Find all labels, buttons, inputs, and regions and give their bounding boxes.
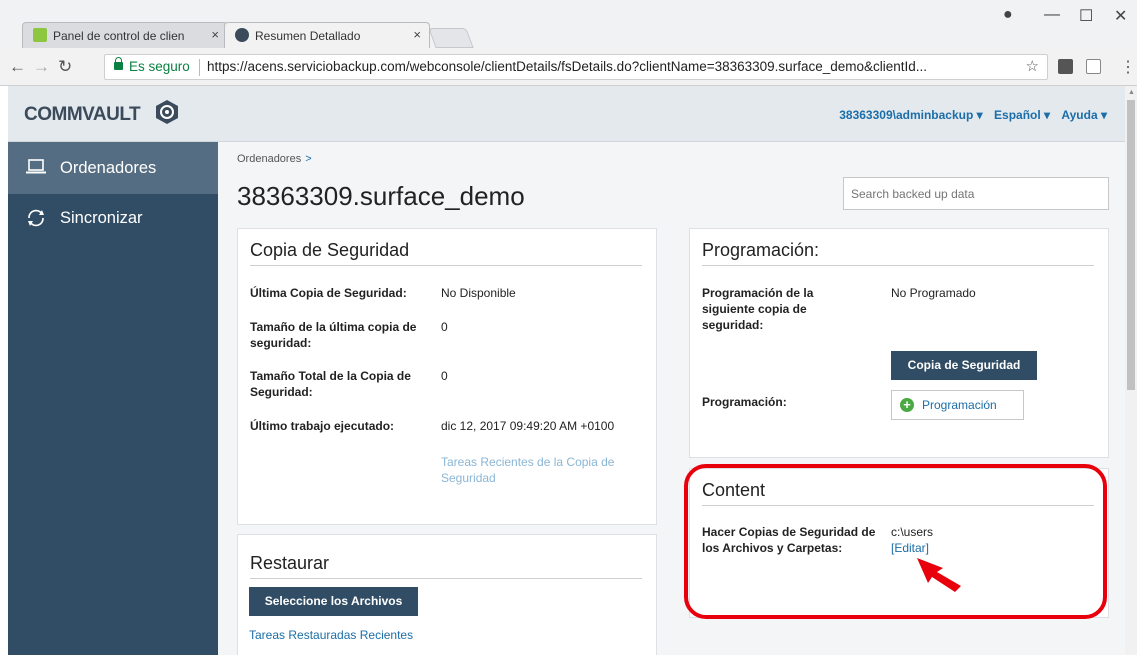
tab-panel-de-control[interactable]: Panel de control de clien × <box>22 22 228 48</box>
page-scrollbar[interactable]: ▲ <box>1125 86 1137 655</box>
commvault-favicon-icon <box>235 28 249 42</box>
breadcrumb: Ordenadores > <box>237 153 312 165</box>
lock-icon <box>114 57 123 70</box>
reload-icon[interactable]: ↻ <box>58 57 72 77</box>
tab-title: Panel de control de clien <box>53 29 185 43</box>
page-title: 38363309.surface_demo <box>237 181 525 211</box>
last-backup-value: No Disponible <box>441 286 516 300</box>
app-header: COMMVAULT 38363309\adminbackup ▾ Español… <box>8 86 1125 142</box>
next-backup-value: No Programado <box>891 286 976 300</box>
browser-toolbar: ← → ↻ Es seguro https://acens.servicioba… <box>0 48 1137 86</box>
divider <box>250 265 642 266</box>
minimize-button[interactable]: — <box>1044 6 1060 24</box>
schedule-panel: Programación: Programación de la siguien… <box>689 228 1109 458</box>
breadcrumb-link[interactable]: Ordenadores <box>237 153 301 165</box>
back-arrow-icon[interactable]: ← <box>9 57 26 77</box>
sync-icon <box>28 209 44 227</box>
sidebar-item-ordenadores[interactable]: Ordenadores <box>8 142 218 194</box>
schedule-label: Programación: <box>702 395 787 409</box>
site-favicon-icon <box>33 28 47 42</box>
panel-title: Copia de Seguridad <box>250 240 410 260</box>
commvault-logo: COMMVAULT <box>24 104 141 125</box>
recent-restore-jobs-link[interactable]: Tareas Restauradas Recientes <box>249 627 413 643</box>
tab-title: Resumen Detallado <box>255 29 361 43</box>
extension-icon[interactable] <box>1058 59 1073 74</box>
next-backup-label: Programación de la siguiente copia de se… <box>702 286 814 332</box>
browser-menu-icon[interactable]: ⋮ <box>1120 57 1136 77</box>
sidebar-item-label: Sincronizar <box>60 209 143 227</box>
scrollbar-thumb[interactable] <box>1127 100 1135 390</box>
recent-backup-jobs-link[interactable]: Tareas Recientes de la Copia de Segurida… <box>441 454 641 486</box>
last-backup-size-label: Tamaño de la última copia de seguridad: <box>250 320 417 350</box>
url-text[interactable]: https://acens.serviciobackup.com/webcons… <box>207 55 927 79</box>
last-job-value: dic 12, 2017 09:49:20 AM +0100 <box>441 419 615 433</box>
browser-tab-bar: Panel de control de clien × Resumen Deta… <box>0 0 1137 48</box>
total-backup-size-label: Tamaño Total de la Copia de Seguridad: <box>250 369 411 399</box>
last-backup-label: Última Copia de Seguridad: <box>250 286 407 300</box>
restore-panel: Restaurar Seleccione los Archivos Tareas… <box>237 534 657 655</box>
backup-panel: Copia de Seguridad Última Copia de Segur… <box>237 228 657 525</box>
sidebar-item-label: Ordenadores <box>60 159 157 177</box>
select-files-button[interactable]: Seleccione los Archivos <box>249 587 418 616</box>
red-arrow-icon <box>917 558 961 592</box>
sidebar: Ordenadores Sincronizar <box>8 142 218 655</box>
profile-icon[interactable]: ● <box>1003 6 1013 24</box>
backup-now-button[interactable]: Copia de Seguridad <box>891 351 1037 380</box>
tab-close-icon[interactable]: × <box>413 27 421 42</box>
divider <box>250 578 642 579</box>
extension-shield-icon[interactable] <box>1086 59 1101 74</box>
tab-close-icon[interactable]: × <box>211 27 219 42</box>
secure-label: Es seguro <box>129 59 190 74</box>
last-job-label: Último trabajo ejecutado: <box>250 419 395 433</box>
divider <box>199 59 200 76</box>
tab-resumen-detallado[interactable]: Resumen Detallado × <box>224 22 430 48</box>
plus-circle-icon: + <box>900 398 914 412</box>
maximize-button[interactable]: ☐ <box>1079 6 1093 26</box>
scroll-up-icon[interactable]: ▲ <box>1128 89 1135 96</box>
chevron-right-icon: > <box>305 153 312 165</box>
help-menu[interactable]: Ayuda ▾ <box>1061 108 1107 122</box>
language-menu[interactable]: Español ▾ <box>994 108 1050 122</box>
laptop-icon <box>26 159 46 174</box>
divider <box>702 265 1094 266</box>
total-backup-size-value: 0 <box>441 369 448 383</box>
user-menu[interactable]: 38363309\adminbackup ▾ <box>839 108 982 122</box>
close-window-button[interactable]: ✕ <box>1114 6 1127 26</box>
header-menu: 38363309\adminbackup ▾ Español ▾ Ayuda ▾ <box>831 108 1107 122</box>
panel-title: Restaurar <box>250 553 330 573</box>
schedule-button[interactable]: + Programación <box>891 390 1024 420</box>
new-tab-button[interactable] <box>428 28 474 48</box>
bookmark-star-icon[interactable]: ☆ <box>1026 55 1039 79</box>
highlight-outline <box>684 464 1107 619</box>
address-bar[interactable]: Es seguro https://acens.serviciobackup.c… <box>104 54 1048 80</box>
schedule-button-label: Programación <box>922 398 997 412</box>
sidebar-item-sincronizar[interactable]: Sincronizar <box>8 194 218 244</box>
panel-title: Programación: <box>702 240 820 260</box>
last-backup-size-value: 0 <box>441 320 448 334</box>
search-input[interactable] <box>843 177 1109 210</box>
commvault-logo-icon <box>156 100 178 124</box>
forward-arrow-icon[interactable]: → <box>33 57 50 77</box>
